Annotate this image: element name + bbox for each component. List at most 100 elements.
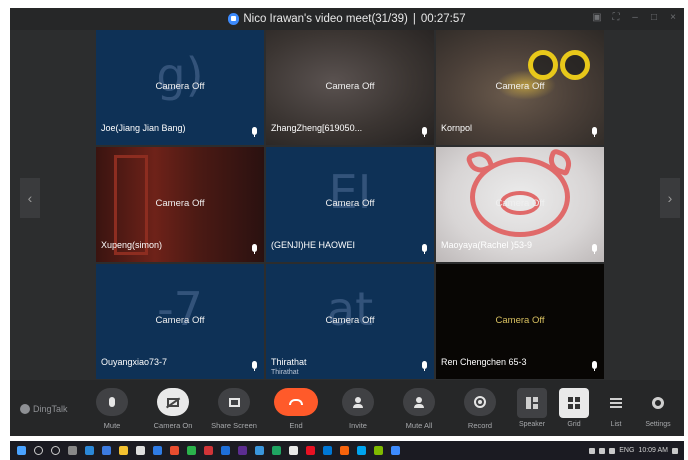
app-icon[interactable] (272, 446, 281, 455)
firefox-icon[interactable] (170, 446, 179, 455)
language-indicator[interactable]: ENG (619, 447, 634, 454)
system-tray: ENG 10:09 AM (589, 447, 684, 454)
share-screen-button[interactable]: Share Screen (208, 388, 260, 430)
app-icon[interactable] (374, 446, 383, 455)
participant-name: Xupeng(simon) (101, 240, 163, 250)
app-icon[interactable] (306, 446, 315, 455)
gear-icon (652, 397, 664, 409)
fullscreen-icon[interactable]: ⛶ (611, 12, 621, 23)
participant-tile[interactable]: Camera Off Maoyaya(Rachel )53-9 (436, 147, 604, 262)
brand-name: DingTalk (33, 404, 68, 414)
start-icon[interactable] (17, 446, 26, 455)
end-button[interactable]: End (270, 388, 322, 430)
app-icon[interactable] (255, 446, 264, 455)
party-glasses-image (528, 50, 558, 80)
camera-off-label: Camera Off (155, 81, 205, 92)
mic-icon (422, 361, 427, 371)
app-icon[interactable] (102, 446, 111, 455)
participant-tile[interactable]: -7 Camera Off Ouyangxiao73-7 (96, 264, 264, 379)
mail-icon[interactable] (153, 446, 162, 455)
meeting-title: Nico Irawan's video meet(31/39) (243, 13, 408, 25)
avatar: -7 (157, 282, 203, 336)
app-icon[interactable] (340, 446, 349, 455)
camera-off-label: Camera Off (495, 81, 545, 92)
add-person-icon (353, 396, 363, 408)
clock[interactable]: 10:09 AM (638, 447, 668, 454)
microphone-icon (109, 397, 115, 407)
maximize-icon[interactable]: □ (649, 12, 659, 23)
camera-off-label: Camera Off (495, 198, 545, 209)
volume-icon[interactable] (599, 447, 606, 454)
edge-icon[interactable] (85, 446, 94, 455)
network-icon[interactable] (589, 447, 596, 454)
record-button[interactable]: Record (454, 388, 506, 430)
mic-icon (252, 127, 257, 137)
invite-button[interactable]: Invite (332, 388, 384, 430)
party-glasses-image (560, 50, 590, 80)
app-icon[interactable] (357, 446, 366, 455)
notification-icon[interactable] (672, 447, 678, 454)
settings-button[interactable]: Settings (638, 388, 678, 428)
prev-page-button[interactable]: ‹ (20, 178, 40, 218)
task-view-icon[interactable] (68, 446, 77, 455)
participant-tile[interactable]: at Camera Off Thirathat Thirathat (266, 264, 434, 379)
participant-tile[interactable]: EI Camera Off (GENJI)HE HAOWEI (266, 147, 434, 262)
share-screen-label: Share Screen (211, 421, 257, 430)
next-page-button[interactable]: › (660, 178, 680, 218)
camera-off-label: Camera Off (325, 81, 375, 92)
title-separator: | (412, 13, 416, 25)
invite-label: Invite (349, 421, 367, 430)
video-grid: ‹ › g) Camera Off Joe(Jiang Jian Bang) C… (10, 30, 684, 380)
app-icon[interactable] (323, 446, 332, 455)
camera-off-label: Camera Off (155, 315, 205, 326)
camera-on-button[interactable]: Camera On (147, 388, 199, 430)
record-label: Record (467, 421, 493, 430)
mic-icon (592, 127, 597, 137)
dingtalk-taskbar-icon[interactable] (391, 446, 400, 455)
list-view-icon (610, 402, 622, 404)
file-explorer-icon[interactable] (119, 446, 128, 455)
close-icon[interactable]: × (668, 12, 678, 23)
speaker-view-button[interactable]: Speaker (512, 388, 552, 428)
avatar: EI (328, 165, 372, 219)
minimize-icon[interactable]: – (630, 12, 640, 23)
participant-tile[interactable]: Camera Off Ren Chengchen 65-3 (436, 264, 604, 379)
mute-all-icon (414, 396, 424, 408)
list-view-button[interactable]: List (596, 388, 636, 428)
chevron-left-icon: ‹ (27, 190, 33, 206)
search-icon[interactable] (34, 446, 43, 455)
app-icon[interactable] (204, 446, 213, 455)
battery-icon[interactable] (609, 447, 616, 454)
app-icon[interactable] (187, 446, 196, 455)
mic-icon (592, 244, 597, 254)
participant-name: Kornpol (441, 123, 473, 133)
pin-icon[interactable]: ▣ (592, 12, 602, 23)
store-icon[interactable] (136, 446, 145, 455)
grid-view-button[interactable]: Grid (554, 388, 594, 428)
mute-label: Mute (103, 421, 121, 430)
cortana-icon[interactable] (51, 446, 60, 455)
app-icon[interactable] (221, 446, 230, 455)
participant-name: ZhangZheng[619050... (271, 123, 363, 133)
participant-tile[interactable]: Camera Off Xupeng(simon) (96, 147, 264, 262)
app-icon[interactable] (238, 446, 247, 455)
title-bar: Nico Irawan's video meet(31/39) | 00:27:… (10, 8, 684, 30)
camera-off-label: Camera Off (325, 315, 375, 326)
participant-tile[interactable]: Camera Off ZhangZheng[619050... (266, 30, 434, 145)
chrome-icon[interactable] (289, 446, 298, 455)
grid-view-icon (568, 397, 580, 409)
participant-tile[interactable]: g) Camera Off Joe(Jiang Jian Bang) (96, 30, 264, 145)
mic-icon (592, 361, 597, 371)
meeting-toolbar: DingTalk Mute Camera On Share Screen End… (10, 380, 684, 436)
participant-subname: Thirathat (271, 369, 299, 376)
camera-off-label: Camera Off (495, 315, 545, 326)
mute-all-button[interactable]: Mute All (393, 388, 445, 430)
share-screen-icon (228, 397, 240, 407)
avatar: g) (156, 48, 204, 102)
mic-icon (252, 361, 257, 371)
participant-name: Ouyangxiao73-7 (101, 357, 168, 367)
participant-tile[interactable]: Camera Off Kornpol (436, 30, 604, 145)
dingtalk-icon (20, 404, 30, 414)
windows-taskbar: ENG 10:09 AM (10, 441, 684, 460)
mute-button[interactable]: Mute (86, 388, 138, 430)
